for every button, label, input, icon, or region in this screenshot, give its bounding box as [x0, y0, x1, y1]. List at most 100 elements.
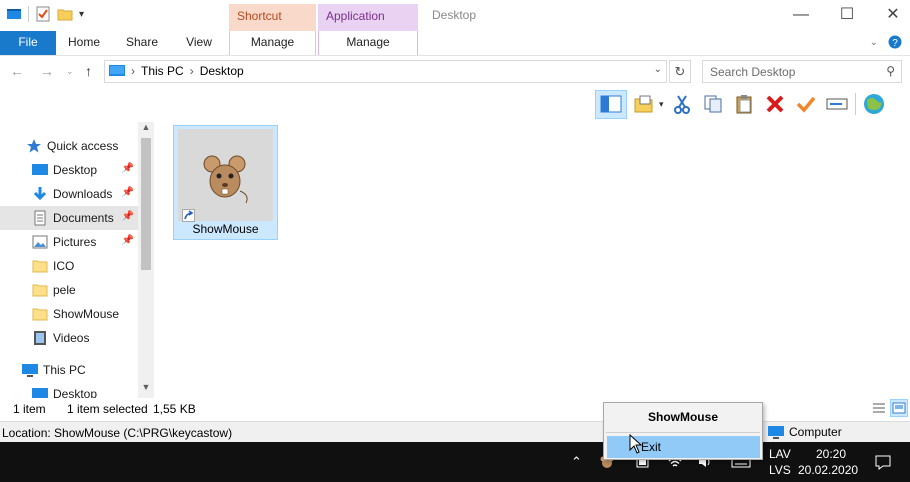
tab-manage-shortcut[interactable]: Manage — [229, 31, 316, 55]
taskbar: ⌃ LAV LVS 20:20 20.02.2020 — [0, 442, 910, 482]
help-icon[interactable]: ? — [888, 35, 902, 49]
mouse-cursor-icon — [629, 434, 643, 454]
nav-label: This PC — [43, 363, 86, 377]
up-icon[interactable]: ↑ — [85, 63, 92, 79]
copy-icon — [704, 95, 722, 113]
nav-quick-access[interactable]: Quick access — [0, 134, 138, 158]
window-title: Desktop — [432, 8, 477, 22]
toolbar: ▾ — [595, 89, 887, 119]
back-icon[interactable]: ← — [10, 63, 24, 79]
pin-icon[interactable]: 📌 — [122, 163, 134, 174]
nav-scrollbar[interactable]: ▲ ▼ — [138, 122, 154, 398]
checkmark-icon — [796, 96, 815, 113]
desktop-icon — [32, 164, 48, 175]
input-language-2[interactable]: LVS — [769, 463, 791, 477]
search-icon[interactable]: ⚲ — [886, 64, 895, 78]
tab-share[interactable]: Share — [118, 31, 166, 55]
context-menu-title[interactable]: ShowMouse — [604, 410, 762, 424]
preview-pane-button[interactable] — [595, 89, 627, 119]
nav-desktop[interactable]: Desktop 📌 — [0, 158, 138, 182]
input-language-1[interactable]: LAV — [769, 447, 791, 461]
clock-time[interactable]: 20:20 — [816, 447, 846, 461]
new-folder-icon[interactable] — [57, 6, 73, 22]
pin-icon[interactable]: 📌 — [122, 187, 134, 198]
address-bar[interactable]: › This PC › Desktop ⌄ — [104, 60, 667, 83]
nav-label: Desktop — [53, 163, 98, 177]
nav-label: Quick access — [47, 139, 119, 153]
nav-pele[interactable]: pele — [0, 278, 138, 302]
new-item-button[interactable] — [632, 91, 658, 117]
window-icon[interactable] — [6, 6, 22, 22]
tab-manage-application[interactable]: Manage — [318, 31, 418, 55]
breadcrumb-separator-icon: › — [189, 64, 194, 78]
nav-label: Documents — [53, 211, 114, 225]
scroll-down-icon[interactable]: ▼ — [138, 382, 154, 396]
new-item-icon — [634, 95, 653, 113]
pin-icon[interactable]: 📌 — [122, 211, 134, 222]
check-button[interactable] — [793, 91, 819, 117]
minimize-button[interactable]: — — [778, 0, 824, 30]
close-button[interactable]: ✕ — [870, 0, 910, 30]
search-input[interactable] — [703, 61, 873, 82]
properties-icon[interactable] — [35, 6, 51, 22]
folder-icon — [32, 308, 48, 321]
search-box[interactable]: ⚲ — [702, 60, 902, 83]
globe-icon — [863, 94, 884, 114]
rename-button[interactable] — [824, 91, 850, 117]
download-icon — [33, 187, 47, 201]
maximize-button[interactable]: ☐ — [824, 0, 870, 30]
refresh-button[interactable]: ↻ — [669, 60, 691, 83]
large-icons-view-button[interactable] — [890, 399, 908, 417]
address-dropdown-icon[interactable]: ⌄ — [654, 64, 662, 75]
show-hidden-icons-icon[interactable]: ⌃ — [571, 454, 582, 470]
ribbon-controls: ⌄ ? — [870, 35, 902, 49]
nav-desktop-pc[interactable]: Desktop — [0, 382, 138, 398]
breadcrumb-desktop[interactable]: Desktop — [200, 64, 244, 78]
pin-icon[interactable]: 📌 — [122, 235, 134, 246]
location-text: Location: ShowMouse (C:\PRG\keycastow) — [2, 426, 233, 440]
file-item[interactable]: ShowMouse — [173, 125, 278, 240]
breadcrumb-this-pc[interactable]: This PC — [141, 64, 184, 78]
clock-date[interactable]: 20.02.2020 — [798, 463, 858, 477]
nav-label: Desktop — [53, 387, 98, 398]
copy-button[interactable] — [700, 91, 726, 117]
tab-home[interactable]: Home — [60, 31, 108, 55]
paste-button[interactable] — [731, 91, 757, 117]
new-item-dropdown-icon[interactable]: ▾ — [659, 99, 664, 110]
nav-this-pc[interactable]: This PC — [0, 358, 138, 382]
shortcut-tools-header: Shortcut Tools — [229, 4, 316, 48]
scroll-up-icon[interactable]: ▲ — [138, 122, 154, 136]
nav-ico[interactable]: ICO — [0, 254, 138, 278]
nav-showmouse[interactable]: ShowMouse — [0, 302, 138, 326]
nav-label: pele — [53, 283, 76, 297]
tab-file[interactable]: File — [0, 31, 56, 55]
details-view-button[interactable] — [870, 399, 888, 417]
nav-label: Downloads — [53, 187, 113, 201]
preview-pane-icon — [600, 95, 622, 113]
address-row: ← → ⌄ ↑ › This PC › Desktop ⌄ ↻ ⚲ — [0, 57, 910, 86]
scroll-thumb[interactable] — [141, 138, 151, 270]
navigation-pane: Quick access Desktop 📌 Downloads 📌 Docum… — [0, 122, 154, 398]
network-button[interactable] — [861, 91, 887, 117]
details-view-icon — [873, 403, 885, 413]
delete-button[interactable] — [762, 91, 788, 117]
shortcut-overlay-icon — [182, 209, 195, 222]
nav-downloads[interactable]: Downloads 📌 — [0, 182, 138, 206]
folder-icon — [32, 260, 48, 273]
nav-label: ShowMouse — [53, 307, 120, 321]
computer-icon — [22, 364, 38, 377]
forward-icon[interactable]: → — [40, 63, 54, 79]
ribbon-tabs: File Home Share View Manage Manage ⌄ ? — [0, 31, 910, 56]
tab-view[interactable]: View — [176, 31, 222, 55]
recent-locations-icon[interactable]: ⌄ — [66, 66, 74, 77]
nav-videos[interactable]: Videos — [0, 326, 138, 350]
toolbar-separator — [854, 93, 856, 115]
expand-ribbon-icon[interactable]: ⌄ — [870, 37, 878, 48]
videos-icon — [34, 331, 46, 345]
qat-customize-icon[interactable]: ▾ — [79, 9, 84, 20]
nav-pictures[interactable]: Pictures 📌 — [0, 230, 138, 254]
action-center-icon[interactable] — [875, 454, 891, 470]
cut-button[interactable] — [669, 91, 695, 117]
status-size: 1,55 KB — [153, 402, 196, 416]
nav-documents[interactable]: Documents 📌 — [0, 206, 138, 230]
